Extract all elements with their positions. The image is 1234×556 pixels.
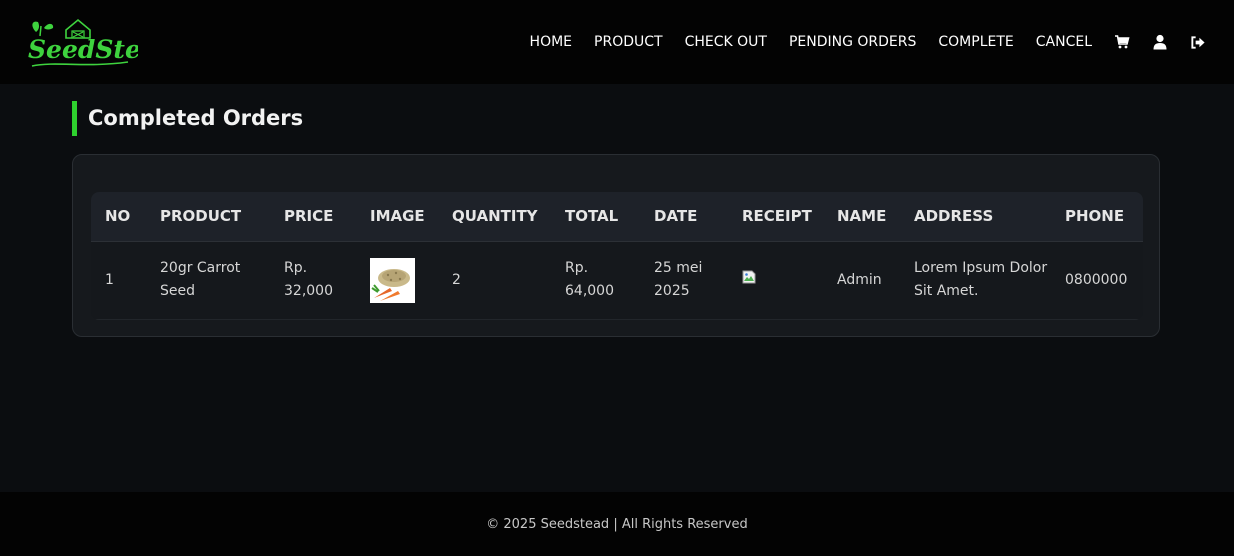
cell-no: 1	[91, 241, 146, 320]
table-row: 1 20gr Carrot Seed Rp. 32,000 2 Rp. 64,0…	[91, 241, 1143, 320]
column-header-product: PRODUCT	[146, 192, 270, 242]
column-header-name: NAME	[823, 192, 900, 242]
cell-date: 25 mei 2025	[640, 241, 728, 320]
column-header-receipt: RECEIPT	[728, 192, 823, 242]
column-header-price: PRICE	[270, 192, 356, 242]
cell-total: Rp. 64,000	[551, 241, 640, 320]
column-header-image: IMAGE	[356, 192, 438, 242]
cell-image	[356, 241, 438, 320]
seedstead-logo[interactable]: SeedStead	[26, 14, 175, 72]
logout-icon[interactable]	[1190, 34, 1206, 50]
site-footer: © 2025 Seedstead | All Rights Reserved	[0, 492, 1234, 556]
carrot-seed-thumbnail[interactable]	[370, 257, 415, 303]
table-header-row: NO PRODUCT PRICE IMAGE QUANTITY TOTAL DA…	[91, 192, 1143, 242]
nav-product[interactable]: PRODUCT	[594, 34, 663, 50]
cell-product: 20gr Carrot Seed	[146, 241, 270, 320]
column-header-total: TOTAL	[551, 192, 640, 242]
completed-orders-table: NO PRODUCT PRICE IMAGE QUANTITY TOTAL DA…	[91, 192, 1143, 320]
column-header-quantity: QUANTITY	[438, 192, 551, 242]
nav-home[interactable]: HOME	[530, 34, 572, 50]
cell-phone: 0800000	[1051, 241, 1143, 320]
nav-cancel[interactable]: CANCEL	[1036, 34, 1092, 50]
orders-card: NO PRODUCT PRICE IMAGE QUANTITY TOTAL DA…	[72, 154, 1160, 337]
cell-address: Lorem Ipsum Dolor Sit Amet.	[900, 241, 1051, 320]
nav-pending-orders[interactable]: PENDING ORDERS	[789, 34, 916, 50]
cell-receipt	[728, 241, 823, 320]
user-icon[interactable]	[1152, 34, 1168, 50]
cell-price: Rp. 32,000	[270, 241, 356, 320]
nav-checkout[interactable]: CHECK OUT	[685, 34, 767, 50]
page-title: Completed Orders	[72, 101, 303, 136]
column-header-no: NO	[91, 192, 146, 242]
cell-name: Admin	[823, 241, 900, 320]
cart-icon[interactable]	[1114, 34, 1130, 50]
orders-table-wrapper: NO PRODUCT PRICE IMAGE QUANTITY TOTAL DA…	[91, 192, 1143, 320]
footer-copyright: © 2025 Seedstead | All Rights Reserved	[486, 516, 748, 532]
svg-text:SeedStead: SeedStead	[28, 35, 138, 64]
column-header-phone: PHONE	[1051, 192, 1143, 242]
nav-complete[interactable]: COMPLETE	[938, 34, 1013, 50]
cell-quantity: 2	[438, 241, 551, 320]
main-nav: HOME PRODUCT CHECK OUT PENDING ORDERS CO…	[508, 0, 1206, 84]
column-header-date: DATE	[640, 192, 728, 242]
column-header-address: ADDRESS	[900, 192, 1051, 242]
broken-image-icon[interactable]	[742, 269, 756, 283]
site-header: SeedStead HOME PRODUCT CHECK OUT PENDING…	[0, 0, 1234, 84]
